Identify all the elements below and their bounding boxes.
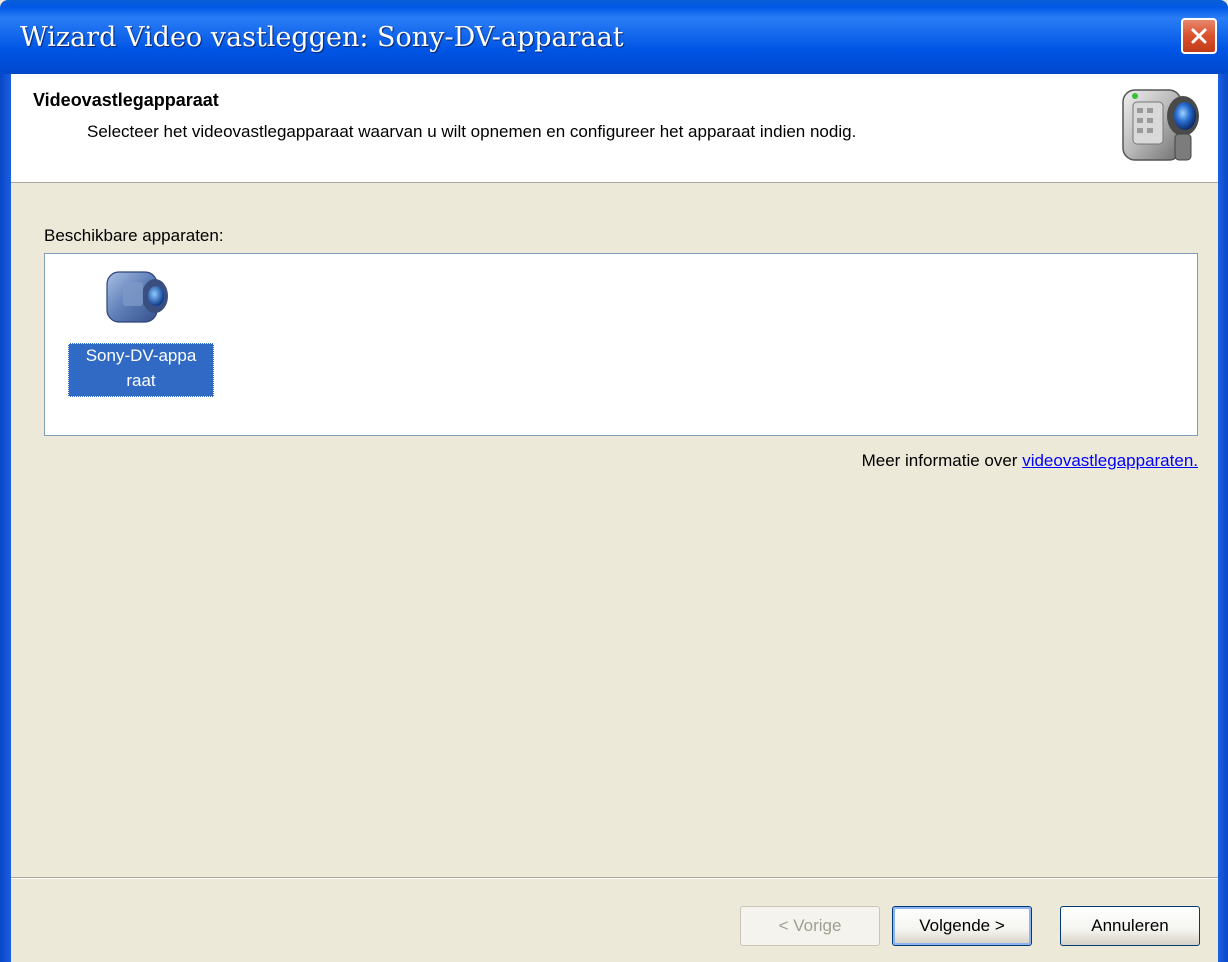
header-subtitle: Selecteer het videovastlegapparaat waarv…: [87, 122, 857, 141]
next-button[interactable]: Volgende >: [892, 906, 1032, 946]
wizard-window: Wizard Video vastleggen: Sony-DV-apparaa…: [0, 0, 1228, 962]
close-button[interactable]: [1181, 18, 1217, 54]
camcorder-icon: [106, 271, 168, 323]
device-item-label: Sony-DV-appa raat: [68, 343, 214, 397]
window-title: Wizard Video vastleggen: Sony-DV-apparaa…: [20, 22, 624, 53]
camcorder-icon: [1122, 89, 1199, 161]
wizard-header: Videovastlegapparaat Selecteer het video…: [11, 74, 1218, 183]
header-title: Videovastlegapparaat: [33, 90, 219, 110]
footer-separator: [11, 877, 1218, 879]
device-listbox[interactable]: Sony-DV-appa raat: [44, 253, 1198, 436]
available-devices-label: Beschikbare apparaten:: [44, 226, 224, 245]
window-border-right: [1218, 74, 1228, 962]
close-icon: [1191, 28, 1207, 44]
device-item-sony-dv[interactable]: Sony-DV-appa raat: [65, 264, 215, 397]
window-border-left: [0, 74, 11, 962]
more-info-text: Meer informatie over videovastlegapparat…: [861, 451, 1198, 470]
previous-button[interactable]: < Vorige: [740, 906, 880, 946]
cancel-button[interactable]: Annuleren: [1060, 906, 1200, 946]
more-info-link[interactable]: videovastlegapparaten.: [1022, 451, 1198, 470]
